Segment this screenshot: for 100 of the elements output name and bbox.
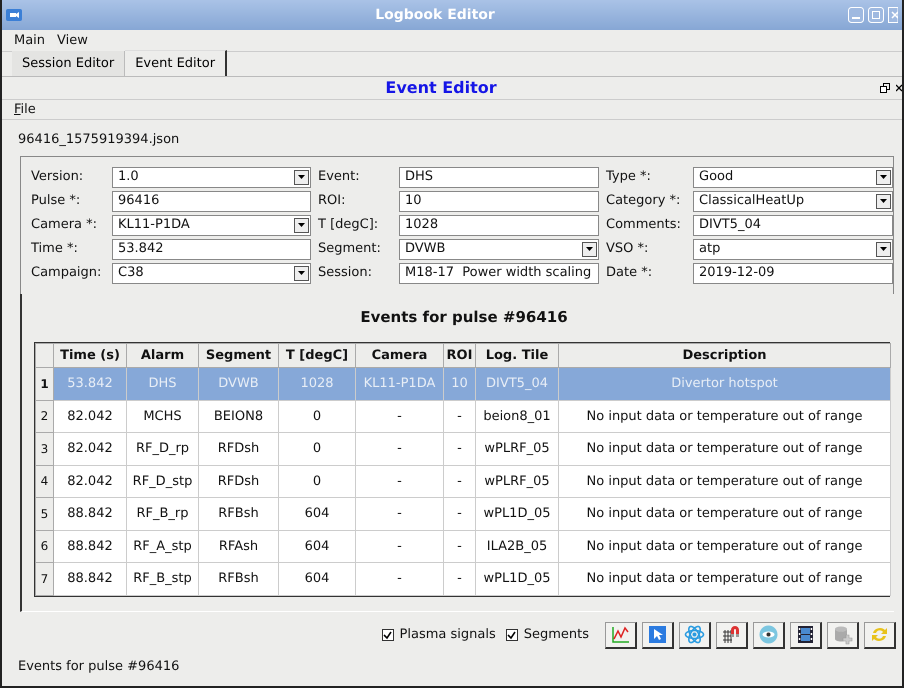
caret-icon xyxy=(298,223,305,227)
checkbox-label: Segments xyxy=(524,626,589,644)
table-cell: No input data or temperature out of range xyxy=(558,562,890,595)
column-header[interactable]: Segment xyxy=(198,344,278,368)
table-cell: 82.042 xyxy=(54,465,126,498)
text-field[interactable]: 2019-12-09 xyxy=(693,262,893,284)
table-cell: DVWB xyxy=(198,368,278,400)
dropdown[interactable]: atp xyxy=(693,238,893,260)
float-icon[interactable] xyxy=(880,83,890,93)
toolbar-button[interactable] xyxy=(642,622,674,648)
menu-item[interactable]: View xyxy=(57,30,88,50)
toolbar-button[interactable] xyxy=(790,622,822,648)
toolbar-button[interactable] xyxy=(605,622,637,648)
table-cell: RF_D_rp xyxy=(126,432,198,465)
menu-item[interactable]: Main xyxy=(14,30,46,50)
table-cell: 0 xyxy=(278,465,356,498)
field-label: Segment: xyxy=(317,240,382,258)
text-field[interactable]: 1028 xyxy=(399,214,599,236)
tab[interactable]: Event Editor xyxy=(125,50,228,76)
table-cell: 604 xyxy=(278,498,356,530)
database-add-icon xyxy=(832,624,853,645)
table-cell: RFDsh xyxy=(198,432,278,465)
table-cell: 0 xyxy=(278,400,356,432)
menu-item[interactable]: File xyxy=(14,100,36,120)
chart-icon xyxy=(610,624,631,645)
row-number[interactable]: 7 xyxy=(36,562,54,595)
table-cell: 82.042 xyxy=(54,432,126,465)
field-label: Campaign: xyxy=(30,264,102,282)
table-cell: No input data or temperature out of range xyxy=(558,465,890,498)
column-header[interactable]: Time (s) xyxy=(54,344,126,368)
field-label: Type *: xyxy=(605,168,652,186)
column-header[interactable]: Log. Tile xyxy=(476,344,558,368)
dropdown-value: KL11-P1DA xyxy=(118,216,190,234)
checkbox[interactable] xyxy=(506,629,518,641)
row-number[interactable]: 6 xyxy=(36,530,54,562)
field-label: T [degC]: xyxy=(317,216,380,234)
section-title: Events for pulse #96416 xyxy=(359,306,569,328)
toolbar-button[interactable] xyxy=(827,622,859,648)
table-cell: - xyxy=(444,530,476,562)
text-field[interactable]: DHS xyxy=(399,166,599,188)
column-header[interactable]: Description xyxy=(558,344,890,368)
table-cell: - xyxy=(444,465,476,498)
text-field[interactable]: 96416 xyxy=(112,190,311,212)
tab[interactable]: Session Editor xyxy=(12,50,126,76)
text-field[interactable]: 53.842 xyxy=(112,238,311,260)
column-header[interactable]: T [degC] xyxy=(278,344,356,368)
table-cell: BEION8 xyxy=(198,400,278,432)
text-field[interactable]: DIVT5_04 xyxy=(693,214,893,236)
dropdown-value: ClassicalHeatUp xyxy=(699,192,804,210)
table-cell: 88.842 xyxy=(54,562,126,595)
text-field[interactable]: 10 xyxy=(399,190,599,212)
toolbar-button[interactable] xyxy=(679,622,711,648)
check-icon xyxy=(507,630,516,640)
column-header[interactable]: Camera xyxy=(356,344,444,368)
field-label: Category *: xyxy=(605,192,682,210)
table-cell: RF_B_stp xyxy=(126,562,198,595)
dropdown[interactable]: ClassicalHeatUp xyxy=(693,190,893,212)
toolbar-button[interactable] xyxy=(864,622,896,648)
toolbar-button[interactable] xyxy=(753,622,785,648)
table-cell: RFBsh xyxy=(198,562,278,595)
dropdown[interactable]: 1.0 xyxy=(112,166,311,188)
row-number[interactable]: 2 xyxy=(36,400,54,432)
caret-icon xyxy=(586,247,593,251)
table-cell: - xyxy=(444,498,476,530)
table-cell: RFDsh xyxy=(198,465,278,498)
checkbox[interactable] xyxy=(382,629,394,641)
close-icon[interactable] xyxy=(896,83,902,93)
row-number[interactable]: 5 xyxy=(36,498,54,530)
row-number[interactable]: 1 xyxy=(36,368,54,400)
table-cell: wPL1D_05 xyxy=(476,498,558,530)
window-title: Logbook Editor xyxy=(374,6,496,24)
table-cell: - xyxy=(356,465,444,498)
status-text: Events for pulse #96416 xyxy=(17,658,180,676)
column-header[interactable]: Alarm xyxy=(126,344,198,368)
dropdown[interactable]: DVWB xyxy=(399,238,599,260)
field-label: Date *: xyxy=(605,264,654,282)
table-cell: 0 xyxy=(278,432,356,465)
row-number[interactable]: 4 xyxy=(36,465,54,498)
field-label: Comments: xyxy=(605,216,682,234)
dropdown-value: 1.0 xyxy=(118,168,139,186)
text-field[interactable]: M18-17 Power width scaling xyxy=(399,262,599,284)
dropdown[interactable]: C38 xyxy=(112,262,311,284)
table-cell: wPLRF_05 xyxy=(476,432,558,465)
row-number[interactable]: 3 xyxy=(36,432,54,465)
field-label: Pulse *: xyxy=(30,192,82,210)
column-header[interactable]: ROI xyxy=(444,344,476,368)
dropdown[interactable]: KL11-P1DA xyxy=(112,214,311,236)
dropdown[interactable]: Good xyxy=(693,166,893,188)
check-icon xyxy=(383,630,392,640)
file-name: 96416_1575919394.json xyxy=(17,131,180,149)
caret-icon xyxy=(880,247,887,251)
table-cell: 10 xyxy=(444,368,476,400)
magnet-icon xyxy=(721,624,742,645)
table-cell: wPL1D_05 xyxy=(476,562,558,595)
table-cell: 1028 xyxy=(278,368,356,400)
app-icon xyxy=(6,9,22,21)
table-cell: MCHS xyxy=(126,400,198,432)
table-cell: beion8_01 xyxy=(476,400,558,432)
toolbar-button[interactable] xyxy=(716,622,748,648)
table-cell: RFBsh xyxy=(198,498,278,530)
